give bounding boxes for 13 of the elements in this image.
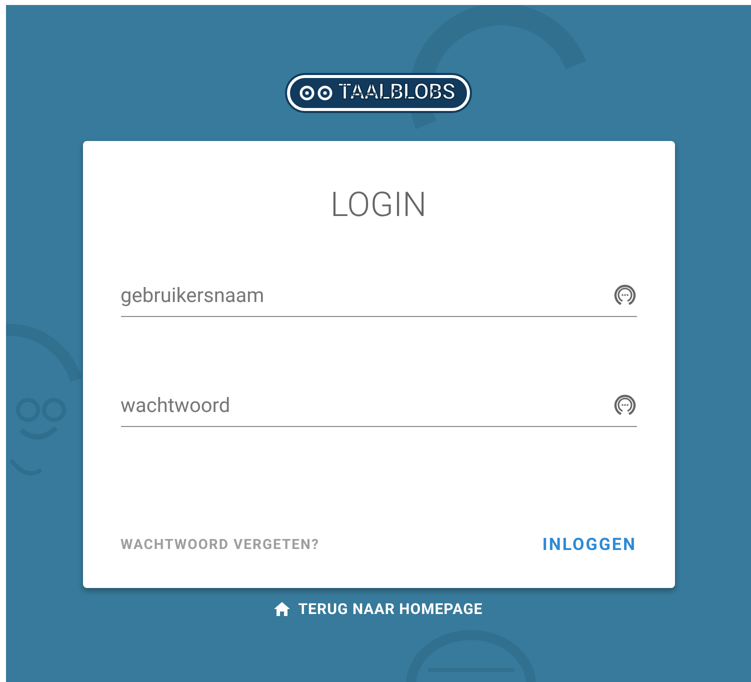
homepage-link[interactable]: TERUG NAAR HOMEPAGE [274,598,483,620]
login-title: LOGIN [329,185,428,225]
text-input[interactable]: wachtwoord [120,390,612,420]
text-field[interactable]: wachtwoord [120,387,636,427]
logo-text: TAALBLOBS [338,82,455,104]
text-input[interactable]: gebruikersnaam [120,280,612,310]
speech-bubble-icon[interactable] [612,392,636,416]
login-button[interactable]: INLOGGEN [542,532,636,558]
speech-bubble-icon[interactable] [612,282,636,306]
forgot-password-button[interactable]: WACHTWOORD VERGETEN? [120,534,320,556]
text-field[interactable]: gebruikersnaam [120,277,636,317]
blob-eyes-icon [298,85,334,101]
home-icon [274,602,290,616]
